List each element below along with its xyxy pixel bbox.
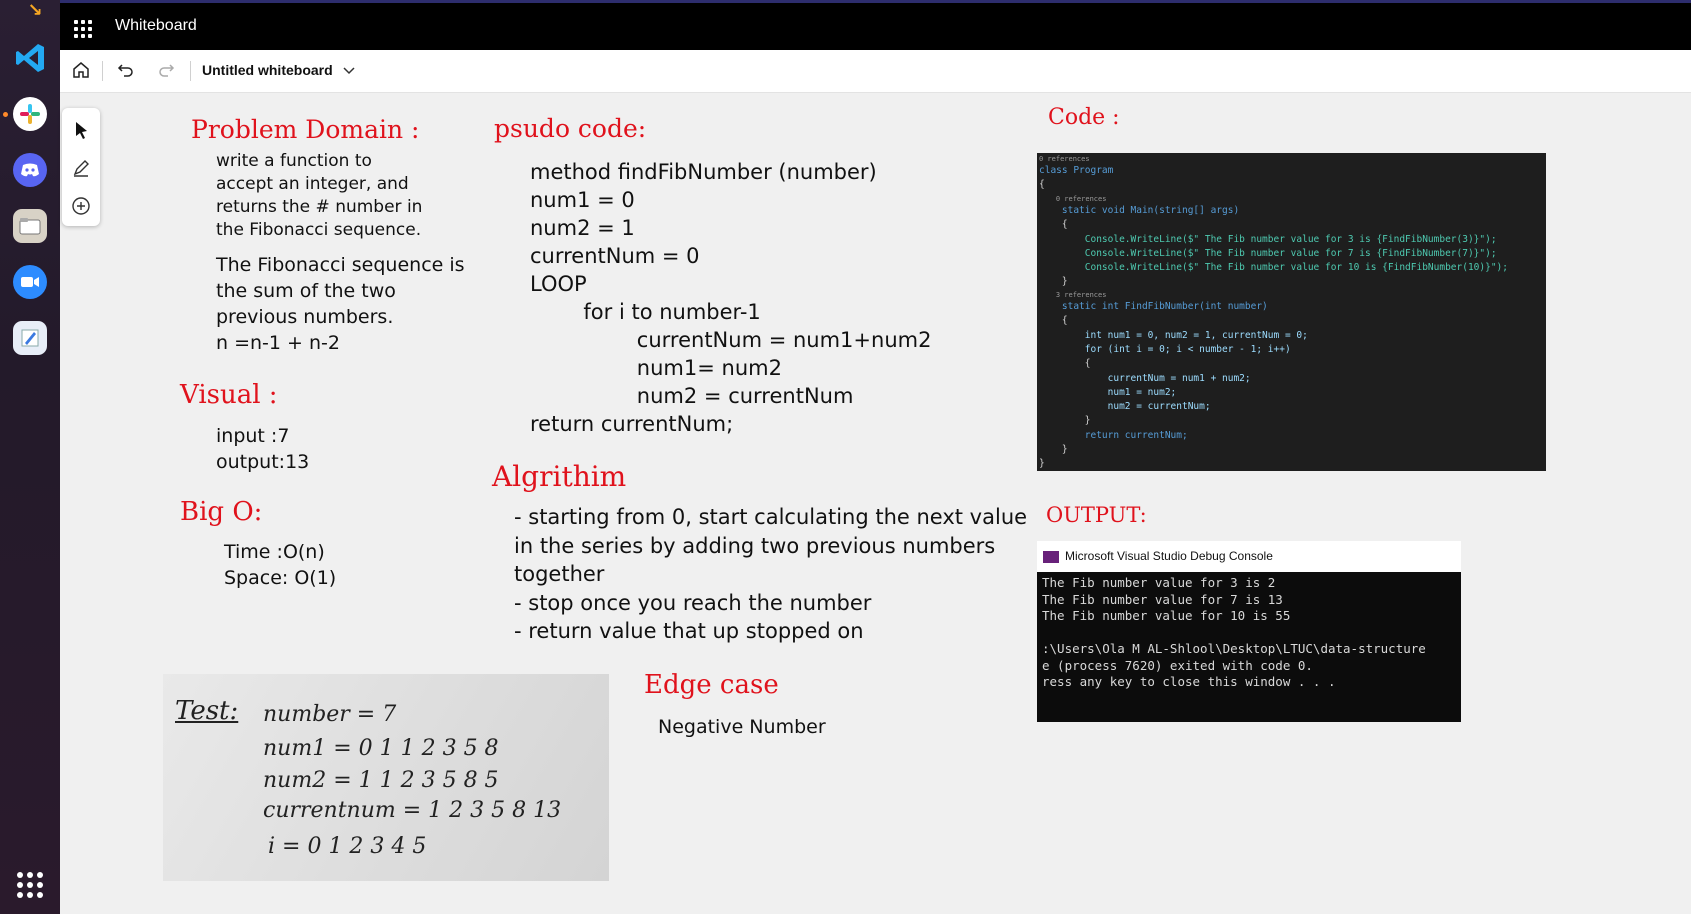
algorithm-block: - starting from 0, start calculating the…: [514, 503, 1027, 646]
app-launcher-icon[interactable]: [74, 20, 92, 38]
pseudo-line: currentNum = num1+num2: [530, 328, 932, 352]
console-body: The Fib number value for 3 is 2 The Fib …: [1042, 575, 1426, 691]
toolbar-divider: [190, 61, 191, 81]
pseudo-line: num2 = 1: [530, 216, 635, 240]
code-title: Code :: [1048, 105, 1120, 130]
title-bar: Whiteboard: [60, 0, 1691, 50]
problem-domain-title: Problem Domain :: [191, 115, 420, 144]
code-line: }: [1039, 276, 1068, 287]
algorithm-line: - starting from 0, start calculating the…: [514, 505, 1028, 529]
pseudo-code-block: method findFibNumber (number) num1 = 0 n…: [530, 158, 931, 438]
algorithm-line: in the series by adding two previous num…: [514, 533, 996, 558]
code-line: for (int i = 0; i < number - 1; i++): [1039, 344, 1291, 355]
console-line: :\Users\Ola M AL-Shlool\Desktop\LTUC\dat…: [1042, 641, 1426, 656]
pseudo-line: LOOP: [530, 272, 587, 296]
code-line: static int FindFibNumber(int number): [1039, 301, 1268, 312]
pseudo-code-title: psudo code:: [494, 114, 647, 143]
console-line: The Fib number value for 7 is 13: [1042, 591, 1283, 607]
code-line: {: [1039, 179, 1045, 190]
console-title: Microsoft Visual Studio Debug Console: [1065, 549, 1273, 563]
test-line: num2 = 1 1 2 3 5 8 5: [263, 768, 499, 793]
console-line: e (process 7620) exited with code 0.: [1042, 657, 1313, 673]
code-line: {: [1039, 219, 1068, 230]
add-icon[interactable]: [69, 194, 93, 218]
code-line: Console.WriteLine($" The Fib number valu…: [1039, 262, 1508, 273]
show-apps-icon[interactable]: [17, 872, 43, 898]
algorithm-line: - return value that up stopped on: [514, 619, 864, 643]
zoom-icon[interactable]: [13, 265, 47, 299]
code-line: {: [1039, 315, 1068, 326]
code-line: }: [1039, 415, 1091, 426]
code-line: num2 = currentNum;: [1039, 401, 1211, 412]
discord-icon[interactable]: [13, 153, 47, 187]
app-title: Whiteboard: [115, 17, 197, 34]
big-o-title: Big O:: [180, 497, 263, 527]
pseudo-line: for i to number-1: [530, 300, 761, 324]
tool-rail: [62, 108, 100, 226]
slack-icon[interactable]: [13, 97, 47, 131]
code-line: }: [1039, 458, 1045, 469]
code-line: 0 references: [1039, 195, 1107, 203]
notification-dot: [3, 112, 8, 117]
visual-title: Visual :: [180, 380, 278, 410]
fibonacci-description: The Fibonacci sequence is the sum of the…: [216, 254, 465, 354]
code-line: {: [1039, 358, 1091, 369]
code-line: 3 references: [1039, 291, 1107, 299]
redo-icon[interactable]: [155, 59, 177, 81]
code-line: static void Main(string[] args): [1039, 205, 1240, 216]
problem-domain-text: write a function to accept an integer, a…: [216, 151, 423, 240]
undo-icon[interactable]: [115, 59, 137, 81]
code-line: class Program: [1039, 165, 1114, 176]
console-app-icon: [1043, 551, 1059, 563]
test-line: number = 7: [263, 702, 397, 727]
debug-console-screenshot[interactable]: Microsoft Visual Studio Debug Console Th…: [1037, 541, 1461, 722]
test-line: i = 0 1 2 3 4 5: [268, 834, 427, 859]
code-line: Console.WriteLine($" The Fib number valu…: [1039, 248, 1497, 259]
pseudo-line: num1 = 0: [530, 188, 635, 212]
text-editor-icon[interactable]: [13, 321, 47, 355]
code-line: }: [1039, 444, 1068, 455]
pen-tool-icon[interactable]: [69, 156, 93, 180]
launcher-icon[interactable]: ↘: [20, 0, 50, 21]
document-title[interactable]: Untitled whiteboard: [202, 62, 333, 78]
chevron-down-icon[interactable]: [342, 62, 356, 76]
toolbar: Untitled whiteboard: [60, 50, 1691, 93]
test-line: currentnum = 1 2 3 5 8 13: [263, 798, 562, 823]
select-tool-icon[interactable]: [69, 118, 93, 142]
algorithm-line: together: [514, 562, 605, 586]
test-label: Test:: [175, 696, 239, 726]
pseudo-line: return currentNum;: [530, 412, 734, 436]
pseudo-line: currentNum = 0: [530, 244, 700, 268]
files-icon[interactable]: [13, 209, 47, 243]
code-line: 0 references: [1039, 155, 1090, 163]
app-dock: ↘: [0, 0, 60, 914]
code-line: currentNum = num1 + num2;: [1039, 373, 1251, 384]
big-o-text: Time :O(n) Space: O(1): [224, 541, 337, 589]
toolbar-divider: [102, 61, 103, 81]
code-line: return currentNum;: [1039, 430, 1188, 441]
algorithm-title: Algrithim: [492, 460, 627, 493]
edge-case-text: Negative Number: [658, 716, 826, 738]
code-line: Console.WriteLine($" The Fib number valu…: [1039, 234, 1497, 245]
console-line: The Fib number value for 10 is 55: [1042, 608, 1291, 623]
console-line: ress any key to close this window . . .: [1042, 674, 1336, 689]
code-line: int num1 = 0, num2 = 1, currentNum = 0;: [1039, 330, 1308, 341]
vscode-icon[interactable]: [13, 41, 47, 75]
test-line: num1 = 0 1 1 2 3 5 8: [263, 736, 499, 761]
algorithm-line: - stop once you reach the number: [514, 590, 872, 615]
console-line: The Fib number value for 3 is 2: [1042, 575, 1276, 590]
pseudo-line: method findFibNumber (number): [530, 160, 877, 184]
pseudo-line: num1= num2: [530, 356, 782, 380]
code-line: num1 = num2;: [1039, 387, 1177, 398]
output-title: OUTPUT:: [1046, 503, 1147, 527]
pseudo-line: num2 = currentNum: [530, 384, 854, 408]
console-title-bar: Microsoft Visual Studio Debug Console: [1037, 541, 1461, 572]
home-icon[interactable]: [70, 59, 92, 81]
edge-case-title: Edge case: [644, 670, 779, 700]
code-screenshot[interactable]: 0 references class Program { 0 reference…: [1037, 153, 1546, 471]
visual-text: input :7 output:13: [216, 425, 310, 473]
test-photo[interactable]: Test: number = 7 num1 = 0 1 1 2 3 5 8 nu…: [163, 674, 609, 881]
